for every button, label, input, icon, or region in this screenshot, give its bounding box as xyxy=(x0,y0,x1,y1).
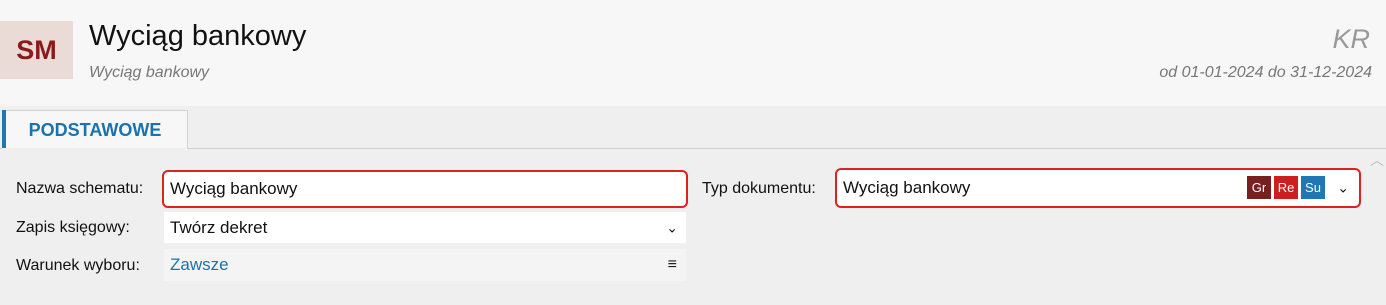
menu-icon[interactable]: ≡ xyxy=(668,256,677,274)
warunek-wyboru-link[interactable]: Zawsze xyxy=(170,255,229,275)
avatar: SM xyxy=(0,21,73,79)
group-button[interactable]: Gr xyxy=(1247,176,1271,199)
tab-podstawowe[interactable]: PODSTAWOWE xyxy=(2,110,188,149)
typ-dokumentu-value: Wyciąg bankowy xyxy=(843,178,971,197)
header: SM Wyciąg bankowy Wyciąg bankowy KR od 0… xyxy=(0,0,1386,106)
zapis-ksiegowy-label: Zapis księgowy: xyxy=(16,219,130,236)
typ-dokumentu-label: Typ dokumentu: xyxy=(702,180,816,197)
nazwa-schematu-input[interactable]: Wyciąg bankowy xyxy=(162,170,688,208)
page-title: Wyciąg bankowy xyxy=(89,20,307,52)
chevron-down-icon[interactable]: ⌄ xyxy=(1337,180,1349,197)
summary-button[interactable]: Su xyxy=(1301,176,1325,199)
warunek-wyboru-field[interactable]: Zawsze ≡ xyxy=(164,249,686,281)
tab-bar: PODSTAWOWE xyxy=(0,106,1386,149)
register-button[interactable]: Re xyxy=(1274,176,1298,199)
nazwa-schematu-value: Wyciąg bankowy xyxy=(170,179,298,198)
warunek-wyboru-label: Warunek wyboru: xyxy=(16,257,140,274)
period-range: od 01-01-2024 do 31-12-2024 xyxy=(1159,64,1372,81)
zapis-ksiegowy-value: Twórz dekret xyxy=(170,217,268,237)
zapis-ksiegowy-select[interactable]: Twórz dekret ⌄ xyxy=(164,212,686,243)
active-tab-gap xyxy=(2,148,186,150)
scroll-up-icon[interactable]: ︿ xyxy=(1370,150,1384,170)
typ-dokumentu-select[interactable]: Wyciąg bankowy Gr Re Su ⌄ xyxy=(835,168,1361,208)
company-code: KR xyxy=(1332,24,1370,54)
nazwa-schematu-label: Nazwa schematu: xyxy=(16,180,144,197)
page-subtitle: Wyciąg bankowy xyxy=(89,64,210,81)
chevron-down-icon[interactable]: ⌄ xyxy=(666,219,678,236)
